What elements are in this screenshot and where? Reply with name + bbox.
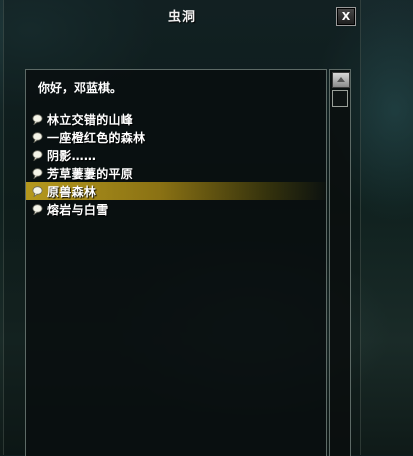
dialog-option-label: 芳草萋萋的平原 <box>47 166 134 181</box>
speech-bubble-icon <box>32 203 43 215</box>
destination-option-list: 林立交错的山峰 一座橙红色的森林 阴影…… 芳草萋萋的平原 原兽森林 熔岩与白雪 <box>26 110 326 218</box>
window-title: 虫洞 <box>167 10 196 25</box>
dialog-option-label: 林立交错的山峰 <box>47 112 134 127</box>
dialog-option[interactable]: 阴影…… <box>26 146 326 164</box>
dialog-option-label: 一座橙红色的森林 <box>47 130 146 145</box>
wormhole-dialog-window: 虫洞 X 你好，邓蓝棋。 林立交错的山峰 一座橙红色的森林 阴影…… 芳草萋萋的… <box>3 0 361 456</box>
scroll-up-arrow-icon[interactable] <box>332 72 350 88</box>
speech-bubble-icon <box>32 113 43 125</box>
npc-greeting: 你好，邓蓝棋。 <box>38 81 123 95</box>
scroll-thumb[interactable] <box>332 90 348 107</box>
dialog-option-label: 原兽森林 <box>47 184 97 199</box>
dialog-option[interactable]: 一座橙红色的森林 <box>26 128 326 146</box>
speech-bubble-icon <box>32 149 43 161</box>
dialog-scrollbar[interactable] <box>329 69 351 456</box>
dialog-option-label: 熔岩与白雪 <box>47 202 109 217</box>
speech-bubble-icon <box>32 131 43 143</box>
speech-bubble-icon <box>32 185 43 197</box>
speech-bubble-icon <box>32 167 43 179</box>
dialog-option[interactable]: 熔岩与白雪 <box>26 200 326 218</box>
dialog-option[interactable]: 林立交错的山峰 <box>26 110 326 128</box>
dialog-option-selected[interactable]: 原兽森林 <box>26 182 326 200</box>
dialog-option-label: 阴影…… <box>47 148 97 163</box>
dialog-panel: 你好，邓蓝棋。 林立交错的山峰 一座橙红色的森林 阴影…… 芳草萋萋的平原 原兽… <box>25 69 327 456</box>
dialog-option[interactable]: 芳草萋萋的平原 <box>26 164 326 182</box>
close-button[interactable]: X <box>336 7 356 26</box>
